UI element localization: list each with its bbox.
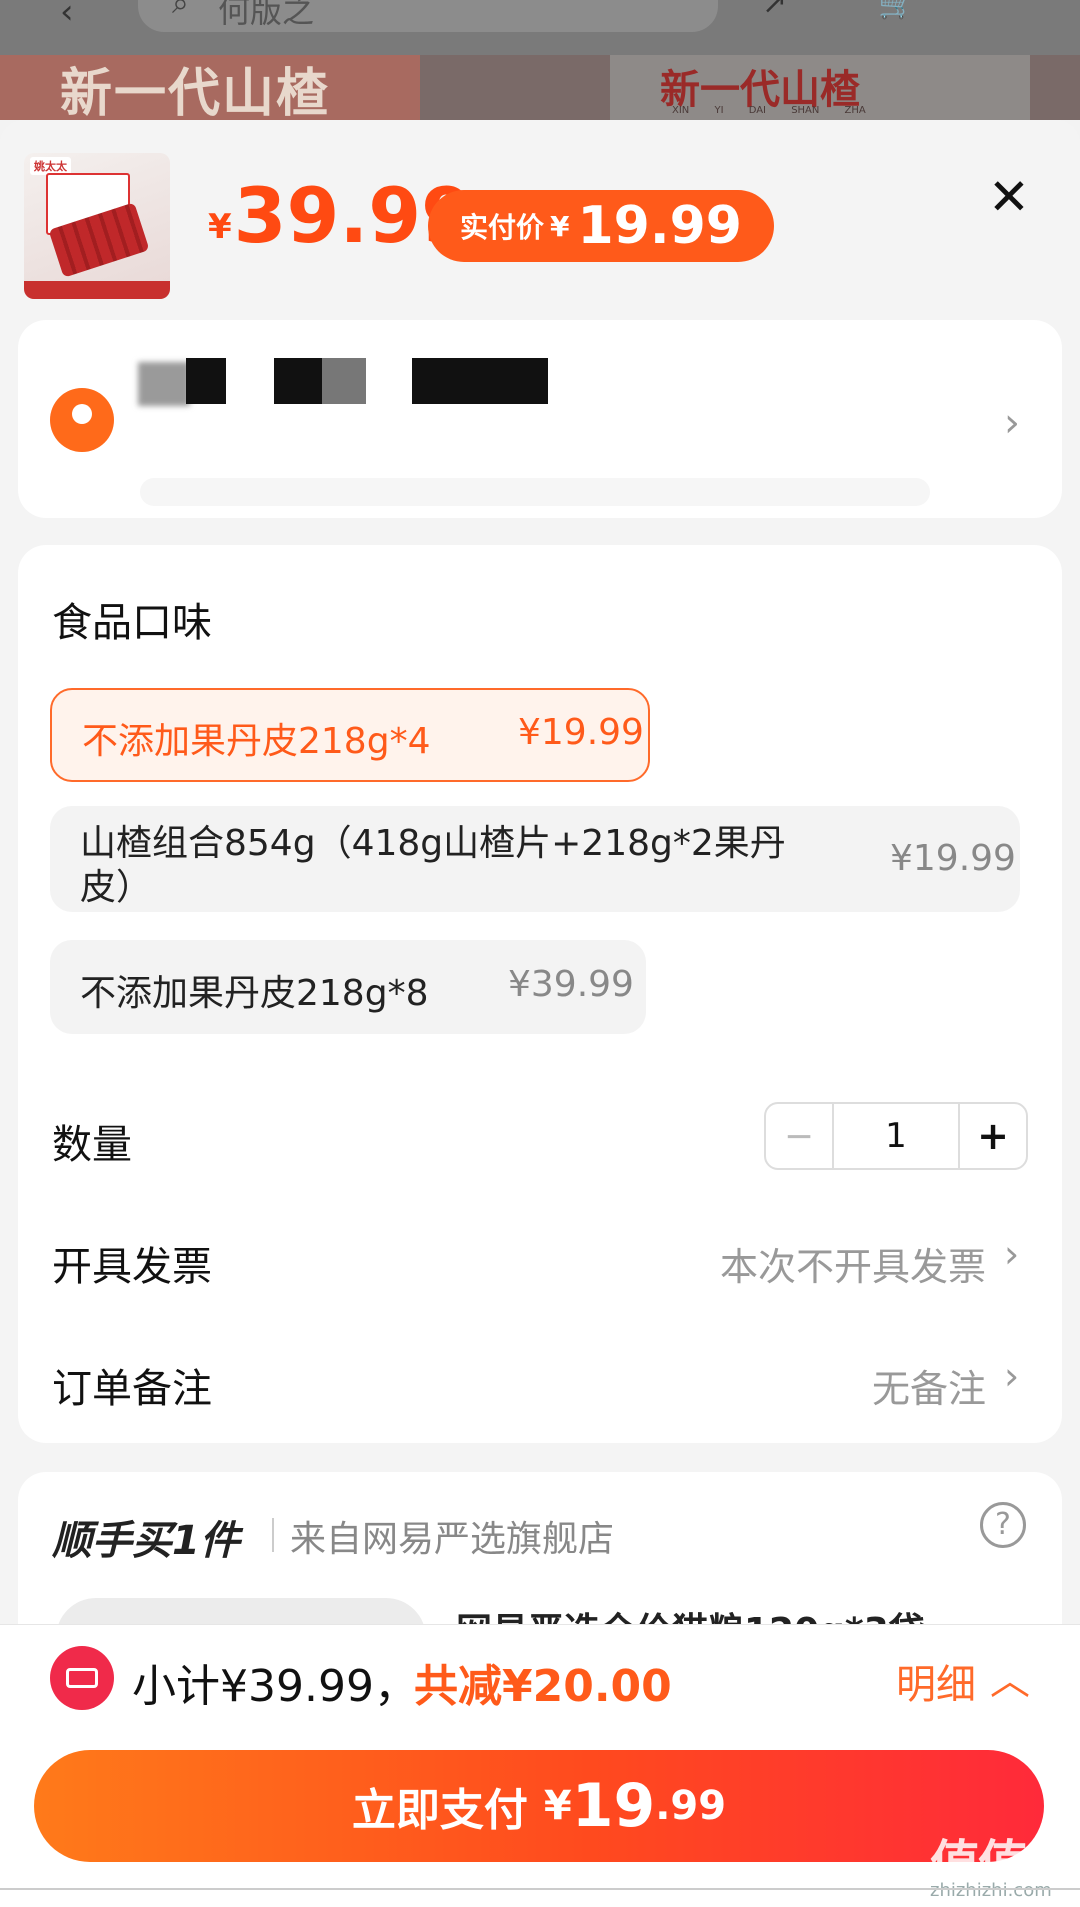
invoice-chevron-icon[interactable]: › [1004,1232,1019,1276]
top-nav-bar: ‹ ⌕ 何版之 ↗ 🛒 [0,0,1080,55]
search-icon: ⌕ [172,0,189,21]
redacted-name-blur [138,362,190,406]
quantity-plus-button[interactable]: + [960,1104,1026,1168]
product-thumbnail: 姚太太 [24,153,170,299]
quantity-stepper: − 1 + [764,1102,1028,1170]
quantity-value[interactable]: 1 [834,1104,960,1168]
redacted-address [140,478,930,506]
back-icon[interactable]: ‹ [60,0,74,32]
banner-right-pinyin: XIN YI DAI SHAN ZHA [672,105,866,116]
addon-title: 顺手买1件 [52,1518,240,1564]
chevron-up-icon[interactable]: ︿ [990,1648,1030,1706]
redacted-phone-a [274,358,322,404]
flavor-option-2[interactable]: 山楂组合854g（418g山楂片+218g*2果丹 皮） ¥19.99 [50,806,1020,912]
coupon-icon [50,1646,114,1710]
pay-now-label: 立即支付 [351,1785,528,1836]
watermark-url: zhizhizhi.com [930,1880,1052,1901]
invoice-label: 开具发票 [52,1244,212,1290]
help-icon[interactable]: ? [980,1502,1026,1548]
discount-text: 共减¥20.00 [414,1661,672,1712]
actual-pay-badge: 实付价 ¥ 19.99 [428,190,774,262]
pay-now-amount: 19 [571,1771,656,1841]
cart-icon[interactable]: 🛒 [878,0,915,21]
detail-link[interactable]: 明细 [896,1652,976,1710]
flavor-option-1[interactable]: 不添加果丹皮218g*4 ¥19.99 [50,688,650,782]
product-banner: 新一代山楂 新一代山楂 XIN YI DAI SHAN ZHA [0,55,1080,120]
flavor-option-3[interactable]: 不添加果丹皮218g*8 ¥39.99 [50,940,646,1034]
close-icon[interactable]: ✕ [988,172,1030,222]
banner-left-text: 新一代山楂 [60,64,331,120]
quantity-minus-button[interactable]: − [766,1104,834,1168]
subtotal-text: 小计¥39.99， [132,1661,418,1712]
remark-label: 订单备注 [52,1366,212,1412]
search-text: 何版之 [218,0,315,30]
redacted-phone-c [412,358,548,404]
pay-now-button[interactable]: 立即支付 ¥ 19 .99 [34,1750,1044,1862]
location-pin-icon [50,388,114,452]
pay-now-decimals: .99 [655,1783,727,1829]
remark-chevron-icon[interactable]: › [1004,1354,1019,1398]
invoice-value[interactable]: 本次不开具发票 [620,1236,986,1291]
remark-value[interactable]: 无备注 [720,1358,986,1413]
flavor-title: 食品口味 [52,600,212,646]
redacted-name [186,358,226,404]
redacted-phone-b [322,358,366,404]
addon-source: 来自网易严选旗舰店 [290,1519,615,1560]
quantity-label: 数量 [52,1122,132,1168]
addon-divider [272,1518,274,1552]
share-icon[interactable]: ↗ [762,0,787,21]
bottom-divider [0,1888,1080,1890]
pay-now-currency: ¥ [543,1783,572,1829]
address-chevron-icon[interactable]: › [1004,400,1020,446]
